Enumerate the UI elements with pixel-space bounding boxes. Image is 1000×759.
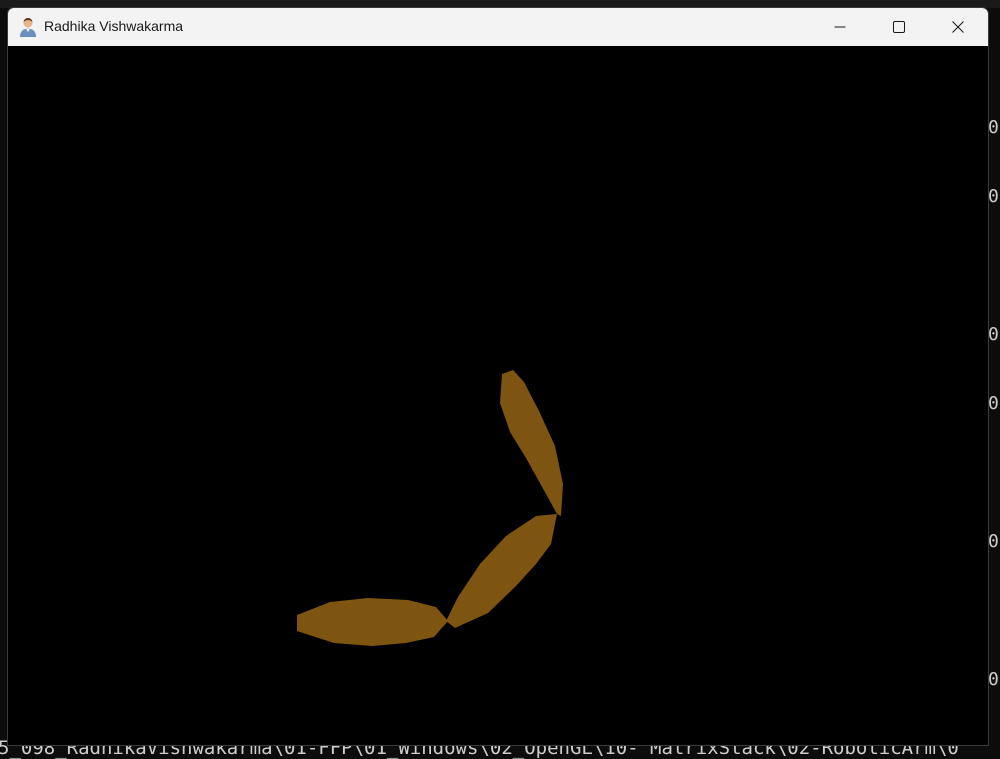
close-icon [952, 21, 964, 33]
terminal-glyph: 0 [988, 669, 999, 690]
window-title: Radhika Vishwakarma [44, 18, 184, 34]
robotic-arm-scene [297, 370, 563, 646]
terminal-glyph: 0 [988, 531, 999, 552]
maximize-icon [893, 21, 905, 33]
minimize-icon [834, 26, 846, 28]
elbow-segment [446, 514, 557, 628]
minimize-button[interactable] [811, 8, 869, 46]
opengl-canvas[interactable] [8, 46, 988, 745]
terminal-glyph: 0 [988, 393, 999, 414]
app-window: Radhika Vishwakarma [8, 8, 988, 745]
close-button[interactable] [929, 8, 987, 46]
maximize-button[interactable] [870, 8, 928, 46]
terminal-glyph: 0 [988, 324, 999, 345]
terminal-glyph: 0 [988, 186, 999, 207]
shoulder-segment [297, 598, 448, 646]
wrist-segment [500, 370, 563, 516]
user-avatar-icon [18, 16, 38, 38]
terminal-glyph: 0 [988, 117, 999, 138]
background-terminal-top [0, 0, 1000, 8]
title-bar[interactable]: Radhika Vishwakarma [8, 8, 988, 47]
